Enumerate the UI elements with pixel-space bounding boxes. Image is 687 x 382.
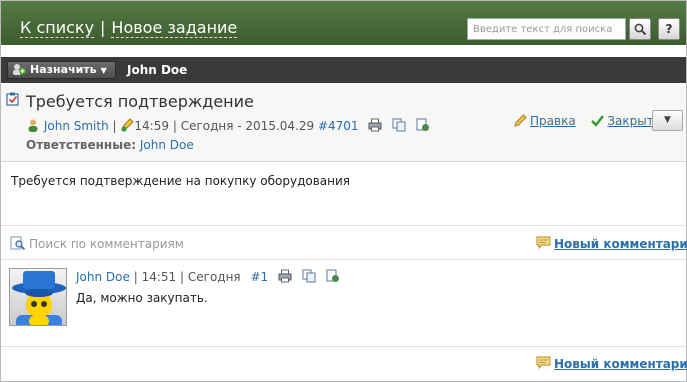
meta-separator: | <box>172 119 177 133</box>
checkmark-icon <box>591 115 605 127</box>
header-bar: К списку | Новое задание ? <box>1 1 686 45</box>
comment-text: Да, можно закупать. <box>76 291 208 305</box>
edit-link[interactable]: Правка <box>530 114 576 128</box>
comment-time: 14:51 <box>141 270 177 284</box>
comment-author-link[interactable]: John Doe <box>76 270 130 284</box>
copy-icon[interactable] <box>302 269 316 283</box>
task-author-link[interactable]: John Smith <box>44 119 109 133</box>
task-id-link[interactable]: #4701 <box>318 119 359 133</box>
task-date: Сегодня - 2015.04.29 <box>180 119 315 133</box>
app-frame: К списку|Новое задание ? Назначить▼ John… <box>0 0 687 382</box>
comment-date: Сегодня <box>187 270 241 284</box>
responsible-user-link[interactable]: John Doe <box>140 138 194 152</box>
new-task-link[interactable]: Новое задание <box>111 18 238 38</box>
new-comment-label: Новый комментарий <box>554 237 687 251</box>
divider <box>1 259 686 260</box>
avatar <box>9 268 67 326</box>
task-description: Требуется подтверждение на покупку обору… <box>11 174 351 188</box>
assign-user-icon <box>13 64 26 75</box>
task-meta: John Smith | 14:59 | Сегодня - 2015.04.2… <box>26 118 430 133</box>
task-time: 14:59 <box>134 119 169 133</box>
search-icon <box>634 23 646 36</box>
search-button[interactable] <box>629 18 651 40</box>
divider <box>1 346 686 347</box>
meta-separator: | <box>180 270 185 284</box>
user-avatar-icon <box>10 269 66 325</box>
comment-icon <box>536 356 551 370</box>
user-icon <box>28 119 38 132</box>
comment-number-link[interactable]: #1 <box>250 270 268 284</box>
copy-icon[interactable] <box>392 118 406 132</box>
pencil-icon <box>514 114 527 127</box>
comment-meta: John Doe | 14:51 | Сегодня #1 <box>76 269 340 284</box>
print-icon[interactable] <box>278 269 292 283</box>
task-title: Требуется подтверждение <box>26 92 254 111</box>
comment-search-placeholder: Поиск по комментариям <box>29 237 184 251</box>
task-actions: Правка Закрыть <box>514 114 661 128</box>
back-to-list-link[interactable]: К списку <box>20 18 95 38</box>
comment-icon <box>536 236 551 250</box>
toolbar: Назначить ▼ John Doe <box>1 57 686 83</box>
meta-separator: | <box>133 270 138 284</box>
assignee-name: John Doe <box>127 63 188 77</box>
chevron-down-icon: ▼ <box>100 66 107 75</box>
breadcrumb-separator: | <box>100 18 106 37</box>
more-actions-button[interactable]: ▼ <box>652 110 683 131</box>
task-checkbox-icon <box>6 92 19 106</box>
new-comment-button-top[interactable]: Новый комментарий <box>536 236 687 251</box>
assign-button-label: Назначить <box>30 63 97 76</box>
responsible-label: Ответственные: <box>26 138 137 152</box>
search-comments-icon <box>10 236 26 250</box>
help-button[interactable]: ? <box>658 18 680 40</box>
breadcrumb: К списку | Новое задание <box>20 18 238 38</box>
print-icon[interactable] <box>368 118 382 132</box>
edit-time-icon <box>121 118 134 132</box>
responsible-row: Ответственные: John Doe <box>26 138 194 152</box>
export-icon[interactable] <box>326 269 340 283</box>
export-icon[interactable] <box>416 118 430 132</box>
chevron-down-icon: ▼ <box>664 115 671 125</box>
meta-separator: | <box>112 119 117 133</box>
task-panel: Требуется подтверждение John Smith | 14:… <box>1 84 686 162</box>
comment-search[interactable]: Поиск по комментариям <box>10 236 184 251</box>
new-comment-label: Новый комментарий <box>554 357 687 371</box>
divider <box>1 225 686 226</box>
new-comment-button-bottom[interactable]: Новый комментарий <box>536 356 687 371</box>
search-input[interactable] <box>467 18 626 40</box>
assign-button[interactable]: Назначить ▼ <box>7 61 116 79</box>
